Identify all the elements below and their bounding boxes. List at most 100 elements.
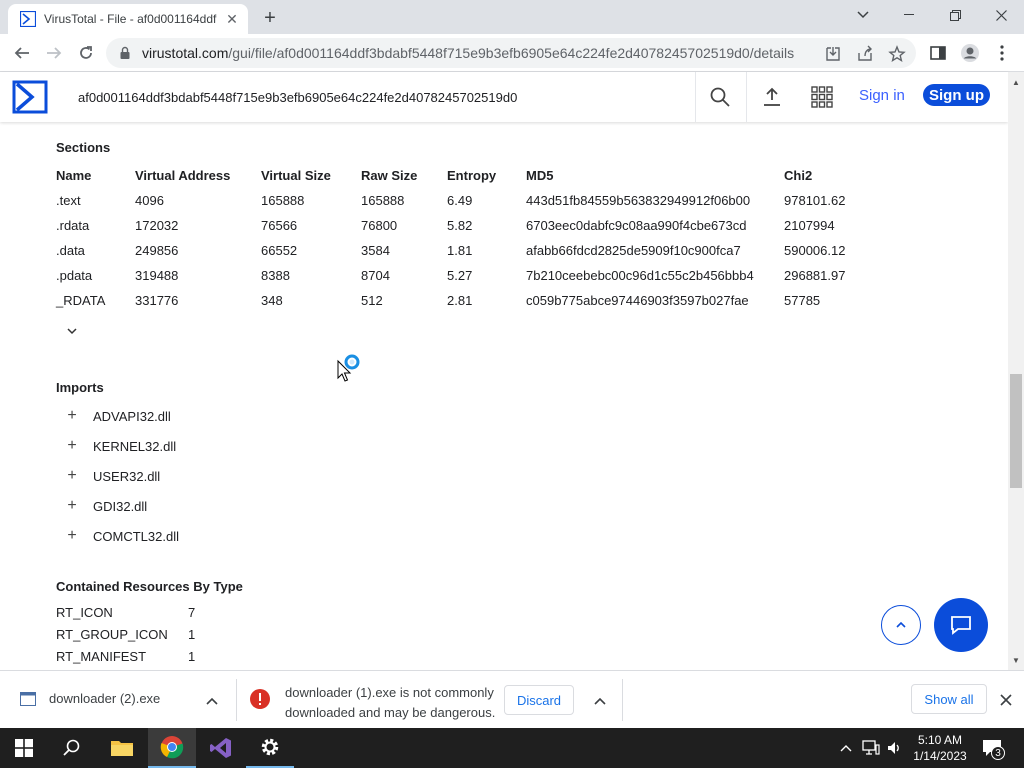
- chevron-up-icon[interactable]: [206, 697, 218, 705]
- page-scrollbar[interactable]: ▲ ▼: [1008, 72, 1024, 670]
- cell-md5: 443d51fb84559b563832949912f06b00: [526, 193, 751, 208]
- tab-close-icon[interactable]: ✕: [224, 11, 240, 27]
- windows-logo-icon: [15, 739, 33, 757]
- system-clock[interactable]: 5:10 AM 1/14/2023: [904, 732, 976, 764]
- share-icon[interactable]: [856, 45, 874, 63]
- cell-virtual-size: 76566: [261, 218, 298, 233]
- vt-header: af0d001164ddf3bdabf5448f715e9b3efb6905e6…: [0, 72, 1008, 122]
- import-dll-name: ADVAPI32.dll: [93, 408, 171, 424]
- expand-plus-icon[interactable]: +: [56, 467, 88, 485]
- gear-icon: [261, 738, 279, 756]
- start-button[interactable]: [0, 728, 48, 768]
- scroll-down-arrow-icon[interactable]: ▼: [1012, 656, 1020, 665]
- reload-button[interactable]: [74, 41, 98, 65]
- expand-plus-icon[interactable]: +: [56, 407, 88, 425]
- clock-date: 1/14/2023: [913, 749, 967, 763]
- browser-tab[interactable]: VirusTotal - File - af0d001164ddf ✕: [8, 4, 248, 34]
- browser-menu-icon[interactable]: [990, 41, 1014, 65]
- back-button[interactable]: [10, 41, 34, 65]
- visual-studio-button[interactable]: [197, 728, 245, 768]
- cell-virtual-address: 4096: [135, 193, 164, 208]
- import-item[interactable]: + KERNEL32.dll: [56, 431, 176, 461]
- cell-md5: 7b210ceebebc00c96d1c55c2b456bbb4: [526, 268, 754, 283]
- expand-plus-icon[interactable]: +: [56, 497, 88, 515]
- close-download-bar-icon[interactable]: [1000, 694, 1012, 706]
- chrome-taskbar-button[interactable]: [148, 728, 196, 768]
- cell-name: .pdata: [56, 268, 93, 283]
- new-tab-button[interactable]: +: [258, 6, 282, 30]
- sections-title: Sections: [56, 140, 111, 155]
- warning-line-1: downloader (1).exe is not commonly: [285, 685, 494, 700]
- scroll-up-arrow-icon[interactable]: ▲: [1012, 78, 1020, 87]
- resource-count: 7: [188, 605, 196, 620]
- scroll-to-top-button[interactable]: [881, 605, 921, 645]
- import-item[interactable]: + GDI32.dll: [56, 491, 147, 521]
- browser-toolbar: virustotal.com/gui/file/af0d001164ddf3bd…: [0, 34, 1024, 72]
- cell-name: _RDATA: [56, 293, 106, 308]
- cell-virtual-size: 8388: [261, 268, 290, 283]
- bookmark-star-icon[interactable]: [888, 45, 906, 63]
- tab-search-chevron-icon[interactable]: [840, 0, 886, 30]
- busy-cursor-icon: [337, 354, 360, 382]
- cell-raw-size: 165888: [361, 193, 405, 208]
- volume-icon[interactable]: [886, 740, 902, 756]
- import-item[interactable]: + USER32.dll: [56, 461, 160, 491]
- import-dll-name: COMCTL32.dll: [93, 528, 179, 544]
- chevron-up-icon: [896, 621, 906, 628]
- forward-button[interactable]: [42, 41, 66, 65]
- close-window-button[interactable]: [978, 0, 1024, 30]
- resource-count: 1: [188, 649, 196, 664]
- address-bar[interactable]: virustotal.com/gui/file/af0d001164ddf3bd…: [106, 38, 916, 68]
- expand-plus-icon[interactable]: +: [56, 527, 88, 545]
- chevron-up-icon[interactable]: [594, 697, 606, 705]
- vt-search-input[interactable]: af0d001164ddf3bdabf5448f715e9b3efb6905e6…: [60, 72, 696, 122]
- col-header-entropy: Entropy: [447, 168, 497, 183]
- download-item[interactable]: downloader (2).exe: [20, 691, 160, 706]
- minimize-button[interactable]: [886, 0, 932, 30]
- side-panel-icon[interactable]: [926, 41, 950, 65]
- taskbar-search-button[interactable]: [48, 728, 96, 768]
- restore-button[interactable]: [932, 0, 978, 30]
- cell-md5: 6703eec0dabfc9c08aa990f4cbe673cd: [526, 218, 747, 233]
- exe-file-icon: [20, 691, 36, 706]
- cell-name: .data: [56, 243, 85, 258]
- network-icon[interactable]: [862, 740, 880, 756]
- show-all-button[interactable]: Show all: [911, 684, 987, 714]
- cell-chi2: 978101.62: [784, 193, 846, 208]
- resource-type: RT_GROUP_ICON: [56, 627, 168, 642]
- cell-raw-size: 8704: [361, 268, 390, 283]
- import-item[interactable]: + COMCTL32.dll: [56, 521, 179, 551]
- scroll-thumb[interactable]: [1010, 374, 1022, 488]
- cell-chi2: 296881.97: [784, 268, 846, 283]
- discard-button[interactable]: Discard: [504, 685, 574, 715]
- notification-center-button[interactable]: 3: [982, 738, 1005, 761]
- expand-plus-icon[interactable]: +: [56, 437, 88, 455]
- chat-button[interactable]: [934, 598, 988, 652]
- warning-icon: [250, 689, 270, 709]
- search-icon[interactable]: [708, 85, 732, 109]
- chat-bubble-icon: [951, 616, 971, 635]
- profile-avatar-icon[interactable]: [958, 41, 982, 65]
- expand-sections-chevron-icon[interactable]: [66, 325, 78, 337]
- cell-md5: afabb66fdcd2825de5909f10c900fca7: [526, 243, 741, 258]
- sign-in-link[interactable]: Sign in: [859, 87, 905, 104]
- download-filename: downloader (2).exe: [49, 691, 161, 706]
- visual-studio-icon: [210, 738, 231, 758]
- notification-count-badge: 3: [991, 746, 1005, 760]
- col-header-virtual-size: Virtual Size: [261, 168, 331, 183]
- import-item[interactable]: + ADVAPI32.dll: [56, 401, 171, 431]
- resource-type: RT_ICON: [56, 605, 113, 620]
- sign-up-button[interactable]: Sign up: [923, 84, 990, 106]
- virustotal-logo-icon[interactable]: [12, 80, 48, 114]
- col-header-raw-size: Raw Size: [361, 168, 418, 183]
- cell-entropy: 2.81: [447, 293, 473, 308]
- file-explorer-button[interactable]: [98, 728, 146, 768]
- cell-entropy: 6.49: [447, 193, 473, 208]
- settings-taskbar-button[interactable]: [246, 728, 294, 768]
- install-app-icon[interactable]: [824, 45, 842, 63]
- warning-line-2: downloaded and may be dangerous.: [285, 705, 496, 720]
- apps-grid-icon[interactable]: [810, 85, 834, 109]
- import-dll-name: USER32.dll: [93, 468, 161, 484]
- upload-icon[interactable]: [760, 85, 784, 109]
- tray-chevron-up-icon[interactable]: [840, 744, 852, 752]
